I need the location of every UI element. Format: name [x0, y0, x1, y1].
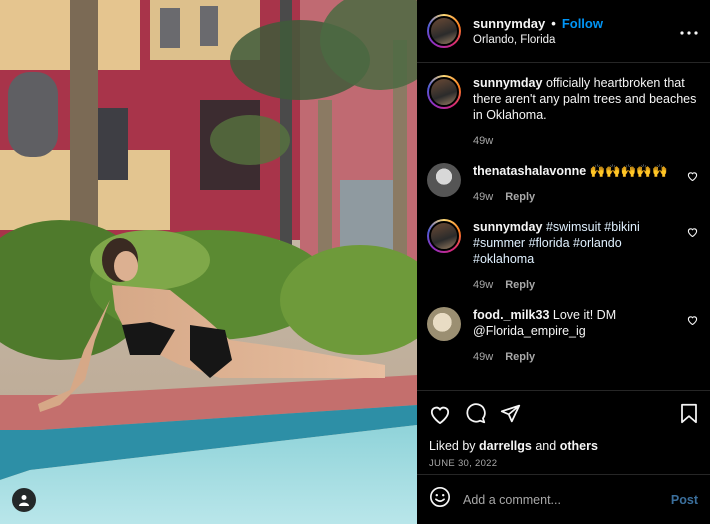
avatar[interactable]	[427, 163, 461, 197]
comment-username[interactable]: food._milk33	[473, 308, 549, 322]
like-comment-icon[interactable]	[684, 315, 700, 365]
comment-username[interactable]: sunnymday	[473, 220, 542, 234]
comment-item: food._milk33 Love it! DM @Florida_empire…	[417, 307, 710, 365]
post-image	[0, 0, 417, 524]
comment-input[interactable]: Add a comment...	[463, 493, 671, 507]
reply-button[interactable]: Reply	[505, 349, 535, 365]
comment-time[interactable]: 49w	[473, 189, 493, 205]
avatar[interactable]	[427, 219, 461, 253]
reply-button[interactable]: Reply	[505, 277, 535, 293]
tag-people-button[interactable]	[12, 488, 36, 512]
user-tag-icon	[19, 495, 29, 506]
heart-icon[interactable]	[429, 404, 451, 429]
post-location[interactable]: Orlando, Florida	[473, 34, 678, 46]
share-icon[interactable]	[500, 403, 521, 429]
comment-item: thenatashalavonne 🙌🙌🙌🙌🙌 49w Reply	[417, 163, 710, 205]
post-date[interactable]: JUNE 30, 2022	[429, 458, 698, 469]
comments-list[interactable]: sunnymday officially heartbroken that th…	[417, 63, 710, 390]
separator-dot: •	[551, 16, 556, 31]
emoji-icon[interactable]	[429, 486, 451, 513]
post-comment-button[interactable]: Post	[671, 493, 698, 507]
post-header: sunnymday • Follow Orlando, Florida	[417, 0, 710, 63]
likes-summary[interactable]: Liked by darrellgs and others	[429, 439, 698, 453]
comment-time[interactable]: 49w	[473, 277, 493, 293]
follow-button[interactable]: Follow	[562, 16, 603, 31]
caption: sunnymday officially heartbroken that th…	[417, 75, 710, 149]
post-sidebar: sunnymday • Follow Orlando, Florida sunn…	[417, 0, 710, 524]
liked-by-username[interactable]: darrellgs	[479, 439, 532, 453]
likes-conjunction: and	[535, 439, 557, 453]
avatar[interactable]	[427, 14, 461, 48]
more-options-icon[interactable]	[678, 22, 700, 40]
bookmark-icon[interactable]	[680, 403, 698, 429]
comment-time[interactable]: 49w	[473, 133, 493, 149]
comment-icon[interactable]	[465, 403, 486, 429]
author-username[interactable]: sunnymday	[473, 16, 545, 31]
comment-text: 🙌🙌🙌🙌🙌	[589, 164, 668, 178]
reply-button[interactable]: Reply	[505, 189, 535, 205]
add-comment-bar: Add a comment... Post	[417, 474, 710, 524]
comment-username[interactable]: thenatashalavonne	[473, 164, 586, 178]
like-comment-icon[interactable]	[684, 227, 700, 293]
comment-username[interactable]: sunnymday	[473, 76, 542, 90]
avatar[interactable]	[427, 307, 461, 341]
like-comment-icon[interactable]	[684, 171, 700, 205]
likes-prefix: Liked by	[429, 439, 476, 453]
comment-item: sunnymday #swimsuit #bikini #summer #flo…	[417, 219, 710, 293]
post-actions: Liked by darrellgs and others JUNE 30, 2…	[417, 390, 710, 469]
avatar[interactable]	[427, 75, 461, 109]
comment-time[interactable]: 49w	[473, 349, 493, 365]
likes-others[interactable]: others	[560, 439, 598, 453]
post-photo[interactable]	[0, 0, 417, 524]
